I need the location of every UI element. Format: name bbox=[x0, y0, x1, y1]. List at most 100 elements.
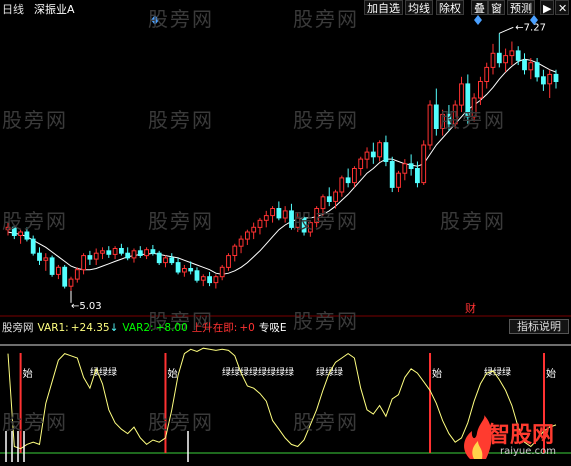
watermark: 股旁网 bbox=[2, 108, 68, 132]
candle-body bbox=[207, 276, 212, 284]
candle-body bbox=[326, 196, 332, 203]
candle-body bbox=[364, 151, 370, 160]
candle-body bbox=[427, 104, 433, 146]
candle-body bbox=[156, 252, 162, 264]
candle-body bbox=[144, 249, 149, 257]
candle-body bbox=[213, 276, 219, 284]
candle-body bbox=[226, 255, 231, 268]
candle-body bbox=[87, 255, 93, 260]
candle-body bbox=[125, 252, 131, 259]
candle-body bbox=[112, 248, 118, 255]
candle-body bbox=[383, 142, 389, 162]
candle-body bbox=[490, 52, 496, 68]
candle-body bbox=[282, 210, 288, 219]
candle-body bbox=[534, 62, 540, 78]
candle-body bbox=[509, 50, 515, 57]
ex-rights-button[interactable]: 除权 bbox=[436, 0, 464, 15]
signal-start-label: 始 bbox=[546, 367, 556, 380]
logo-main-text: 智股网 bbox=[488, 423, 555, 448]
candle-body bbox=[257, 219, 263, 228]
watermark: 股旁网 bbox=[2, 410, 68, 434]
candle-body bbox=[200, 276, 206, 281]
down-arrow-icon: ↓ bbox=[109, 322, 119, 334]
candle-body bbox=[43, 257, 49, 261]
watermark: 股旁网 bbox=[148, 410, 214, 434]
overlay-button[interactable]: 叠 bbox=[471, 0, 488, 15]
candle-body bbox=[515, 50, 521, 61]
candle-body bbox=[541, 76, 546, 85]
candle-body bbox=[333, 191, 339, 202]
candle-body bbox=[345, 177, 351, 184]
candle-body bbox=[100, 250, 105, 254]
candle-body bbox=[389, 161, 395, 188]
close-icon[interactable]: ✕ bbox=[555, 0, 569, 15]
candle-body bbox=[396, 172, 401, 188]
candle-body bbox=[402, 163, 408, 174]
watermark: 股旁网 bbox=[293, 209, 359, 233]
candle-body bbox=[119, 248, 124, 254]
candle-body bbox=[131, 250, 137, 259]
watermark: 股旁网 bbox=[148, 108, 214, 132]
var1-value: +24.35 bbox=[70, 322, 110, 334]
high-pointer bbox=[499, 26, 514, 34]
watermark: 股旁网 bbox=[293, 108, 359, 132]
candle-body bbox=[421, 144, 427, 184]
candle-body bbox=[93, 252, 99, 260]
watermark: 股旁网 bbox=[148, 7, 214, 31]
candle-body bbox=[433, 104, 439, 129]
site-logo: 智股网 raiyue.com bbox=[460, 415, 570, 461]
candle-body bbox=[522, 59, 527, 71]
candle-body bbox=[30, 238, 36, 254]
candle-body bbox=[106, 250, 112, 255]
watermark: 股旁网 bbox=[293, 7, 359, 31]
ma-button[interactable]: 均线 bbox=[405, 0, 433, 15]
watermark: 股旁网 bbox=[293, 410, 359, 434]
var2-label: VAR2: bbox=[122, 322, 154, 334]
candle-body bbox=[175, 262, 181, 273]
candle-body bbox=[553, 73, 559, 83]
next-arrow-icon[interactable]: ▶ bbox=[540, 0, 554, 15]
rise-label: 上升在即: bbox=[191, 322, 238, 334]
candle-body bbox=[245, 231, 250, 240]
rise-value: +0 bbox=[239, 322, 255, 334]
candle-body bbox=[408, 163, 414, 170]
candle-body bbox=[74, 269, 80, 280]
candle-body bbox=[478, 81, 483, 99]
forecast-button[interactable]: 预测 bbox=[507, 0, 535, 15]
watermark: 股旁网 bbox=[293, 309, 359, 333]
candle-body bbox=[358, 158, 364, 170]
signal-start-label: 始 bbox=[432, 367, 442, 380]
var1-label: VAR1: bbox=[37, 322, 69, 334]
add-watchlist-button[interactable]: 加自选 bbox=[364, 0, 403, 15]
candle-body bbox=[62, 266, 68, 287]
period-label[interactable]: 日线 bbox=[2, 1, 24, 17]
high-price-label: ←7.27 bbox=[515, 22, 546, 33]
low-price-label: ←5.03 bbox=[71, 301, 102, 312]
candle-body bbox=[137, 250, 143, 257]
candle-body bbox=[528, 62, 534, 71]
indicator-explain-button[interactable]: 指标说明 bbox=[509, 319, 569, 334]
candle-body bbox=[276, 208, 282, 219]
candle-body bbox=[37, 252, 42, 261]
candle-body bbox=[415, 168, 420, 184]
window-button[interactable]: 窗 bbox=[488, 0, 505, 15]
watermark: 股旁网 bbox=[440, 108, 506, 132]
indicator-name[interactable]: 股旁网 bbox=[2, 322, 34, 334]
signal-start-label: 始 bbox=[167, 367, 177, 380]
indicator-title: 股旁网 VAR1: +24.35↓ VAR2: +8.00 上升在即: +0 专吸E bbox=[2, 320, 290, 334]
signal-start-label: 始 bbox=[23, 367, 33, 380]
candle-body bbox=[339, 177, 345, 193]
candle-body bbox=[232, 245, 238, 257]
watermark: 股旁网 bbox=[2, 209, 68, 233]
candle-body bbox=[150, 249, 156, 254]
candle-body bbox=[496, 52, 502, 64]
candle-body bbox=[169, 257, 175, 264]
watermark: 股旁网 bbox=[148, 209, 214, 233]
candle-body bbox=[56, 266, 61, 275]
var2-value: +8.00 bbox=[155, 322, 188, 334]
candle-body bbox=[49, 257, 55, 275]
watermark: 股旁网 bbox=[440, 209, 506, 233]
candle-body bbox=[188, 268, 194, 272]
ma-line bbox=[7, 58, 557, 275]
candle-body bbox=[547, 73, 553, 85]
